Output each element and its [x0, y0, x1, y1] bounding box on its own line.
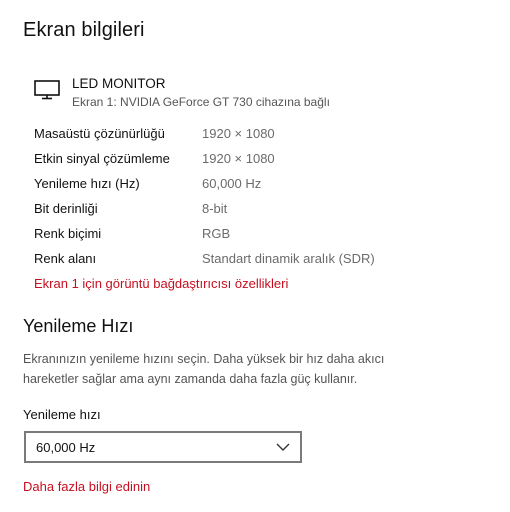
info-label: Renk alanı: [34, 251, 97, 266]
refresh-rate-dropdown[interactable]: 60,000 Hz: [24, 431, 302, 463]
info-value: 8-bit: [202, 201, 228, 216]
info-label: Masaüstü çözünürlüğü: [34, 126, 165, 141]
info-label: Etkin sinyal çözümleme: [34, 151, 170, 166]
adapter-properties-link[interactable]: Ekran 1 için görüntü bağdaştırıcısı özel…: [34, 276, 288, 291]
page-title: Ekran bilgileri: [23, 19, 145, 41]
refresh-rate-field-label: Yenileme hızı: [23, 407, 101, 422]
info-value: RGB: [202, 226, 231, 241]
refresh-rate-description: Ekranınızın yenileme hızını seçin. Daha …: [23, 352, 385, 386]
info-label: Renk biçimi: [34, 226, 102, 241]
info-value: 60,000 Hz: [202, 176, 262, 191]
info-value: Standart dinamik aralık (SDR): [202, 251, 375, 266]
refresh-rate-selected-value: 60,000 Hz: [36, 440, 96, 455]
info-label: Bit derinliği: [34, 201, 98, 216]
monitor-icon: [34, 80, 60, 100]
learn-more-link[interactable]: Daha fazla bilgi edinin: [23, 479, 150, 494]
info-value: 1920 × 1080: [202, 126, 275, 141]
display-name: LED MONITOR: [72, 76, 166, 91]
display-connection: Ekran 1: NVIDIA GeForce GT 730 cihazına …: [72, 95, 330, 109]
chevron-down-icon: [276, 443, 290, 451]
info-label: Yenileme hızı (Hz): [34, 176, 140, 191]
info-value: 1920 × 1080: [202, 151, 275, 166]
refresh-rate-heading: Yenileme Hızı: [23, 316, 134, 336]
display-settings-page: Ekran bilgileri LED MONITOR Ekran 1: NVI…: [0, 0, 510, 512]
